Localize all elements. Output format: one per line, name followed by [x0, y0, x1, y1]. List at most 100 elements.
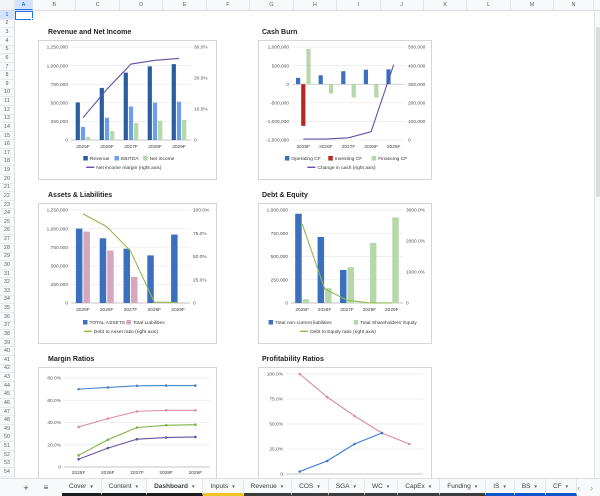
row-header-47[interactable]: 47 — [0, 408, 14, 417]
row-header-35[interactable]: 35 — [0, 304, 14, 313]
row-header-53[interactable]: 53 — [0, 460, 14, 469]
select-all-corner[interactable] — [0, 0, 15, 10]
tab-menu-arrow-icon[interactable]: ▼ — [534, 484, 538, 489]
chart-revenue-and-net-income[interactable]: Revenue and Net Income 0250,000500,00075… — [38, 26, 217, 180]
row-header-28[interactable]: 28 — [0, 244, 14, 253]
sheet-tab-inputs[interactable]: Inputs▼ — [203, 479, 243, 496]
sheet-tab-content[interactable]: Content▼ — [102, 479, 147, 496]
row-header-13[interactable]: 13 — [0, 115, 14, 124]
column-header-e[interactable]: E — [163, 0, 206, 10]
row-header-54[interactable]: 54 — [0, 468, 14, 477]
row-header-41[interactable]: 41 — [0, 356, 14, 365]
chart-cash-burn[interactable]: Cash Burn -1,500,000-1,000,000-500,00005… — [258, 26, 432, 180]
row-header-43[interactable]: 43 — [0, 373, 14, 382]
chart-assets-and-liabilities[interactable]: Assets & Liabilities 0250,000500,000750,… — [38, 189, 217, 344]
row-header-38[interactable]: 38 — [0, 330, 14, 339]
row-header-19[interactable]: 19 — [0, 166, 14, 175]
tab-menu-arrow-icon[interactable]: ▼ — [280, 484, 284, 489]
row-header-45[interactable]: 45 — [0, 391, 14, 400]
sheet-tab-cf[interactable]: CF▼ — [546, 479, 577, 496]
row-header-26[interactable]: 26 — [0, 227, 14, 236]
next-sheets-icon[interactable]: › — [590, 483, 593, 493]
column-header-b[interactable]: B — [33, 0, 76, 10]
column-header-g[interactable]: G — [250, 0, 293, 10]
row-header-32[interactable]: 32 — [0, 278, 14, 287]
row-header-6[interactable]: 6 — [0, 54, 14, 63]
all-sheets-icon[interactable]: ≡ — [38, 479, 54, 496]
row-header-25[interactable]: 25 — [0, 218, 14, 227]
row-headers[interactable]: 1234567891011121314151617181920212223242… — [0, 11, 15, 478]
row-header-37[interactable]: 37 — [0, 322, 14, 331]
sheet-tab-capex[interactable]: CapEx▼ — [398, 479, 440, 496]
row-header-39[interactable]: 39 — [0, 339, 14, 348]
row-header-16[interactable]: 16 — [0, 140, 14, 149]
chart-margin-ratios[interactable]: Margin Ratios 020.0%40.0%60.0%80.0%2025F… — [38, 353, 217, 496]
sheet-tab-revenue[interactable]: Revenue▼ — [244, 479, 293, 496]
sheet-tab-is[interactable]: IS▼ — [486, 479, 515, 496]
sheet-tab-cos[interactable]: COS▼ — [292, 479, 329, 496]
column-header-m[interactable]: M — [511, 0, 554, 10]
row-header-14[interactable]: 14 — [0, 123, 14, 132]
row-header-31[interactable]: 31 — [0, 270, 14, 279]
tab-menu-arrow-icon[interactable]: ▼ — [565, 484, 569, 489]
column-header-a[interactable]: A — [15, 0, 33, 10]
tab-menu-arrow-icon[interactable]: ▼ — [231, 484, 235, 489]
row-header-3[interactable]: 3 — [0, 28, 14, 37]
chart-debt-and-equity[interactable]: Debt & Equity 0250,000500,000750,0001,00… — [258, 189, 432, 344]
chart-profitability-ratios[interactable]: Profitability Ratios 025.0%50.0%75.0%100… — [258, 353, 432, 496]
vertical-scrollbar[interactable] — [594, 11, 600, 478]
row-header-49[interactable]: 49 — [0, 425, 14, 434]
row-header-30[interactable]: 30 — [0, 261, 14, 270]
sheet-tab-funding[interactable]: Funding▼ — [440, 479, 486, 496]
row-header-8[interactable]: 8 — [0, 71, 14, 80]
tab-menu-arrow-icon[interactable]: ▼ — [428, 484, 432, 489]
row-header-1[interactable]: 1 — [0, 11, 14, 20]
scrollbar-thumb[interactable] — [596, 27, 600, 197]
row-header-29[interactable]: 29 — [0, 253, 14, 262]
row-header-42[interactable]: 42 — [0, 365, 14, 374]
row-header-10[interactable]: 10 — [0, 89, 14, 98]
tab-menu-arrow-icon[interactable]: ▼ — [191, 484, 195, 489]
column-header-l[interactable]: L — [467, 0, 510, 10]
tab-menu-arrow-icon[interactable]: ▼ — [135, 484, 139, 489]
row-header-50[interactable]: 50 — [0, 434, 14, 443]
column-header-f[interactable]: F — [207, 0, 250, 10]
row-header-4[interactable]: 4 — [0, 37, 14, 46]
row-header-44[interactable]: 44 — [0, 382, 14, 391]
column-header-c[interactable]: C — [76, 0, 119, 10]
row-header-20[interactable]: 20 — [0, 175, 14, 184]
sheet-tab-bs[interactable]: BS▼ — [515, 479, 546, 496]
tab-menu-arrow-icon[interactable]: ▼ — [502, 484, 506, 489]
row-header-36[interactable]: 36 — [0, 313, 14, 322]
row-header-48[interactable]: 48 — [0, 416, 14, 425]
tab-menu-arrow-icon[interactable]: ▼ — [386, 484, 390, 489]
selected-cell-a1[interactable] — [15, 11, 33, 20]
row-header-22[interactable]: 22 — [0, 192, 14, 201]
row-header-52[interactable]: 52 — [0, 451, 14, 460]
column-headers[interactable]: ABCDEFGHIJKLMN — [0, 0, 600, 11]
row-header-21[interactable]: 21 — [0, 184, 14, 193]
row-header-12[interactable]: 12 — [0, 106, 14, 115]
column-header-h[interactable]: H — [294, 0, 337, 10]
row-header-24[interactable]: 24 — [0, 209, 14, 218]
sheet-tab-sga[interactable]: SGA▼ — [329, 479, 365, 496]
row-header-23[interactable]: 23 — [0, 201, 14, 210]
row-header-40[interactable]: 40 — [0, 347, 14, 356]
column-header-d[interactable]: D — [120, 0, 163, 10]
row-header-34[interactable]: 34 — [0, 296, 14, 305]
tab-menu-arrow-icon[interactable]: ▼ — [89, 484, 93, 489]
row-header-46[interactable]: 46 — [0, 399, 14, 408]
row-header-18[interactable]: 18 — [0, 158, 14, 167]
tab-menu-arrow-icon[interactable]: ▼ — [316, 484, 320, 489]
row-header-17[interactable]: 17 — [0, 149, 14, 158]
row-header-51[interactable]: 51 — [0, 442, 14, 451]
sheet-tab-dashboard[interactable]: Dashboard▼ — [147, 479, 203, 496]
tab-menu-arrow-icon[interactable]: ▼ — [352, 484, 356, 489]
row-header-7[interactable]: 7 — [0, 63, 14, 72]
fill-handle[interactable] — [31, 18, 34, 21]
row-header-33[interactable]: 33 — [0, 287, 14, 296]
row-header-15[interactable]: 15 — [0, 132, 14, 141]
sheet-tab-cover[interactable]: Cover▼ — [62, 479, 102, 496]
row-header-27[interactable]: 27 — [0, 235, 14, 244]
column-header-k[interactable]: K — [424, 0, 467, 10]
